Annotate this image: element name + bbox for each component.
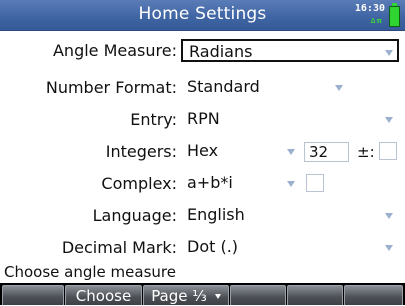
integers-base-select[interactable]: Hex: [181, 140, 301, 163]
battery-icon: [389, 3, 400, 27]
chevron-down-icon: [335, 85, 343, 91]
integers-label: Integers:: [105, 142, 177, 161]
signed-label: ±:: [357, 143, 375, 161]
complex-select[interactable]: a+b*i: [181, 172, 301, 195]
menu-bar: Choose Page ⅓: [0, 283, 405, 305]
decimal-mark-select[interactable]: Dot (.): [181, 236, 399, 259]
complex-label: Complex:: [101, 174, 177, 193]
chevron-down-icon: [385, 213, 393, 219]
decimal-mark-value: Dot (.): [187, 237, 239, 256]
entry-value: RPN: [187, 109, 220, 128]
signal-indicator: ∆π: [370, 17, 383, 25]
menu-key-6[interactable]: [344, 285, 403, 305]
chevron-down-icon: [385, 50, 393, 56]
integers-base-value: Hex: [187, 141, 219, 160]
setting-row-number-format: Number Format: Standard: [0, 74, 405, 102]
menu-key-4[interactable]: [230, 285, 286, 305]
caret-down-icon: [214, 294, 221, 299]
chevron-down-icon: [385, 117, 393, 123]
number-format-value: Standard: [187, 77, 260, 96]
decimal-mark-label: Decimal Mark:: [61, 238, 177, 257]
entry-label: Entry:: [130, 110, 177, 129]
chevron-down-icon: [287, 149, 295, 155]
language-value: English: [187, 205, 245, 224]
number-format-label: Number Format:: [45, 78, 177, 97]
setting-row-complex: Complex: a+b*i: [0, 170, 405, 198]
chevron-down-icon: [385, 245, 393, 251]
page-button[interactable]: Page ⅓: [143, 285, 229, 305]
signed-checkbox[interactable]: [379, 142, 397, 160]
page-label: Page ⅓: [151, 287, 207, 305]
chevron-down-icon: [287, 181, 295, 187]
language-select[interactable]: English: [181, 204, 399, 227]
page-title: Home Settings: [138, 4, 267, 24]
setting-row-language: Language: English: [0, 202, 405, 230]
clock: 16:30: [354, 3, 385, 14]
setting-row-decimal-mark: Decimal Mark: Dot (.): [0, 234, 405, 262]
integers-bits-field[interactable]: 32: [304, 142, 349, 162]
entry-select[interactable]: RPN: [181, 108, 399, 131]
choose-button[interactable]: Choose: [65, 285, 142, 305]
choose-label: Choose: [75, 287, 132, 305]
complex-value: a+b*i: [187, 173, 233, 192]
help-text: Choose angle measure: [4, 263, 176, 281]
angle-measure-value: Radians: [189, 42, 253, 61]
title-bar: Home Settings 16:30 ∆π: [0, 0, 405, 31]
integers-bits-value: 32: [309, 143, 329, 161]
setting-row-angle-measure: Angle Measure: Radians: [0, 37, 405, 65]
angle-measure-select[interactable]: Radians: [181, 39, 399, 62]
number-format-select[interactable]: Standard: [181, 76, 351, 99]
language-label: Language:: [92, 206, 177, 225]
complex-checkbox[interactable]: [306, 174, 324, 192]
angle-measure-label: Angle Measure:: [52, 41, 177, 60]
setting-row-entry: Entry: RPN: [0, 106, 405, 134]
menu-key-1[interactable]: [2, 285, 64, 305]
menu-key-5[interactable]: [287, 285, 343, 305]
setting-row-integers: Integers: Hex 32 ±:: [0, 138, 405, 166]
